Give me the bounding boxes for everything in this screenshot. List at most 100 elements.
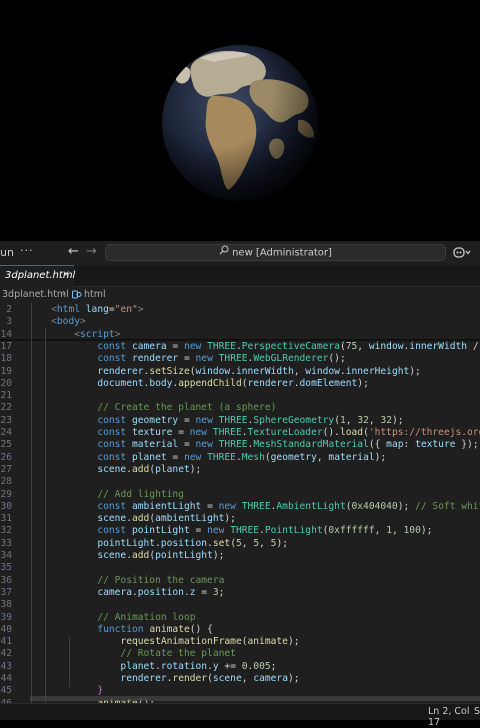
- webgl-canvas: [0, 0, 480, 241]
- code-line[interactable]: 28: [0, 476, 480, 488]
- line-number: 42: [0, 648, 12, 660]
- code-token: body: [149, 377, 173, 389]
- code-line[interactable]: 33 pointLight.position.set(5, 5, 5);: [0, 538, 480, 550]
- code-line[interactable]: 3 <body>: [0, 316, 480, 329]
- code-token: =: [189, 525, 208, 537]
- code-line[interactable]: 44 renderer.render(scene, camera);: [0, 673, 480, 685]
- forward-arrow-button[interactable]: →: [86, 244, 97, 259]
- code-line[interactable]: 26 const planet = new THREE.Mesh(geometr…: [0, 452, 480, 464]
- code-line[interactable]: 24 const texture = new THREE.TextureLoad…: [0, 427, 480, 439]
- code-token: window: [368, 340, 404, 352]
- run-menu[interactable]: un: [0, 246, 14, 259]
- line-number: 38: [0, 599, 12, 611]
- indent-guide: [45, 327, 46, 703]
- code-line[interactable]: 23 const geometry = new THREE.SphereGeom…: [0, 415, 480, 427]
- code-token: 0x404040: [351, 500, 398, 512]
- code-token: material: [328, 451, 375, 463]
- code-line[interactable]: 43 planet.rotation.y += 0.005;: [0, 661, 480, 673]
- code-line[interactable]: 17 const camera = new THREE.PerspectiveC…: [0, 341, 480, 353]
- code-token: ,: [391, 525, 404, 537]
- code-token: planet: [120, 660, 156, 672]
- code-token: renderer: [97, 365, 144, 377]
- close-icon[interactable]: ×: [62, 269, 70, 280]
- code-token: );: [357, 377, 369, 389]
- code-line[interactable]: 20 document.body.appendChild(renderer.do…: [0, 378, 480, 390]
- breadcrumb-file[interactable]: 3dplanet.html: [2, 289, 69, 300]
- code-token: const: [97, 439, 127, 451]
- code-token: window: [195, 365, 231, 377]
- code-line[interactable]: 35: [0, 562, 480, 574]
- code-token: ,: [241, 537, 254, 549]
- line-number: 17: [0, 340, 12, 352]
- code-line[interactable]: 18 const renderer = new THREE.WebGLRende…: [0, 353, 480, 365]
- code-line[interactable]: 29 // Add lighting: [0, 489, 480, 501]
- horizontal-scrollbar[interactable]: [30, 696, 480, 701]
- code-token: 32: [357, 414, 369, 426]
- code-line[interactable]: 37 camera.position.z = 3;: [0, 587, 480, 599]
- code-line[interactable]: 31 scene.add(ambientLight);: [0, 513, 480, 525]
- code-token: PerspectiveCamera: [241, 340, 340, 352]
- code-token: <: [28, 328, 80, 340]
- code-line[interactable]: 36 // Position the camera: [0, 575, 480, 587]
- code-token: );: [420, 525, 433, 537]
- code-token: function: [97, 623, 144, 635]
- code-token: ,: [293, 365, 306, 377]
- breadcrumb: 3dplanet.html › html: [0, 287, 480, 303]
- code-editor[interactable]: 2 <html lang="en"> 3 <body> 14 <script> 17 …: [0, 303, 480, 703]
- code-line[interactable]: 2 <html lang="en">: [0, 304, 480, 317]
- code-token: renderer: [120, 673, 167, 684]
- code-token: // Position the camera: [97, 574, 225, 586]
- code-token: THREE: [218, 439, 248, 451]
- code-text: scene.add(pointLight);: [28, 550, 224, 561]
- code-token: new: [195, 414, 213, 426]
- code-line[interactable]: 21: [0, 390, 480, 402]
- code-token: camera: [97, 586, 132, 598]
- code-line[interactable]: 30 const ambientLight = new THREE.Ambien…: [0, 501, 480, 513]
- code-token: appendChild: [178, 377, 242, 389]
- code-line[interactable]: 41 requestAnimationFrame(animate);: [0, 636, 480, 648]
- breadcrumb-symbol[interactable]: html: [84, 289, 106, 300]
- copilot-icon[interactable]: [452, 244, 472, 260]
- code-token: =: [178, 353, 196, 365]
- code-token: THREE: [241, 500, 271, 512]
- code-line[interactable]: 19 renderer.setSize(window.innerWidth, w…: [0, 366, 480, 378]
- code-line[interactable]: 32 const pointLight = new THREE.PointLig…: [0, 525, 480, 537]
- cursor-position[interactable]: Ln 2, Col 17: [428, 706, 480, 728]
- code-line[interactable]: 25 const material = new THREE.MeshStanda…: [0, 439, 480, 451]
- code-token: new: [183, 340, 202, 352]
- line-number: 44: [0, 673, 12, 684]
- code-text: }: [28, 685, 103, 696]
- code-line[interactable]: 42 // Rotate the planet: [0, 648, 480, 660]
- code-token: ,: [374, 525, 387, 537]
- code-text: const ambientLight = new THREE.AmbientLi…: [28, 501, 480, 512]
- more-menu-button[interactable]: ···: [20, 244, 34, 257]
- code-line[interactable]: 34 scene.add(pointLight);: [0, 550, 480, 562]
- code-token: ,: [345, 414, 358, 426]
- line-number: 43: [0, 660, 12, 672]
- code-line[interactable]: 40 function animate() {: [0, 624, 480, 636]
- code-line[interactable]: 38: [0, 599, 480, 611]
- code-line[interactable]: 22 // Create the planet (a sphere): [0, 402, 480, 414]
- code-token: <: [28, 316, 57, 328]
- code-token: );: [189, 463, 202, 475]
- code-token: new: [183, 451, 202, 463]
- tab-3dplanet-html[interactable]: 3dplanet.html ×: [0, 265, 75, 287]
- indentation-status[interactable]: S: [474, 706, 480, 717]
- code-token: );: [276, 537, 288, 549]
- code-token: innerWidth: [409, 340, 468, 352]
- code-line[interactable]: 39 // Animation loop: [0, 612, 480, 624]
- code-token: domElement: [299, 377, 358, 389]
- line-number: 45: [0, 685, 12, 697]
- command-center-search[interactable]: new [Administrator]: [105, 244, 446, 261]
- code-token: renderer: [247, 377, 294, 389]
- code-token: AmbientLight: [276, 500, 346, 512]
- line-number: 26: [0, 451, 12, 463]
- code-line[interactable]: 27 scene.add(planet);: [0, 464, 480, 476]
- code-token: :: [403, 439, 416, 451]
- code-token: pointLight: [97, 537, 156, 549]
- back-arrow-button[interactable]: ←: [68, 244, 79, 259]
